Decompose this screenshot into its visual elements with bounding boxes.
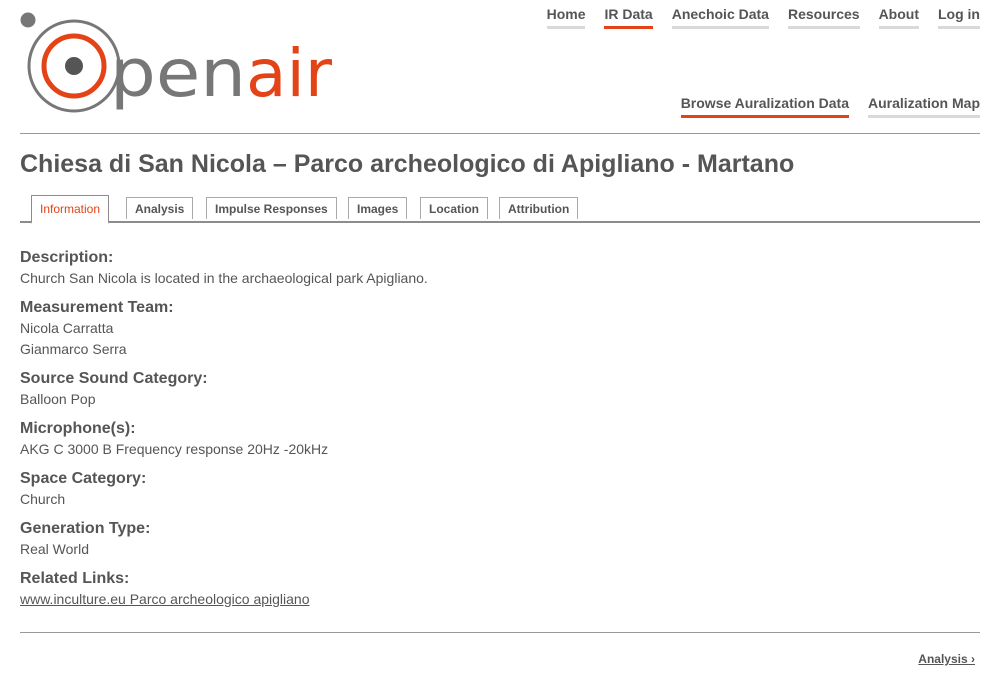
microphones-label: Microphone(s): bbox=[20, 420, 136, 437]
nav-about[interactable]: About bbox=[878, 6, 919, 29]
description-value: Church San Nicola is located in the arch… bbox=[20, 270, 428, 286]
measurement-team-label: Measurement Team: bbox=[20, 299, 174, 316]
page-title: Chiesa di San Nicola – Parco archeologic… bbox=[20, 150, 795, 178]
space-category-value: Church bbox=[20, 491, 66, 507]
sub-navigation: Browse Auralization Data Auralization Ma… bbox=[662, 95, 980, 118]
related-links-label: Related Links: bbox=[20, 570, 130, 587]
nav-ir-data[interactable]: IR Data bbox=[604, 6, 653, 29]
description-label: Description: bbox=[20, 249, 114, 266]
tab-analysis[interactable]: Analysis bbox=[126, 197, 194, 219]
nav-auralization-map[interactable]: Auralization Map bbox=[867, 95, 980, 118]
tab-bar: Information Analysis Impulse Responses I… bbox=[20, 195, 980, 224]
nav-browse-auralization-data[interactable]: Browse Auralization Data bbox=[680, 95, 849, 118]
tab-location[interactable]: Location bbox=[420, 197, 488, 219]
nav-anechoic-data[interactable]: Anechoic Data bbox=[671, 6, 769, 29]
generation-type-label: Generation Type: bbox=[20, 520, 151, 537]
microphones-value: AKG C 3000 B Frequency response 20Hz -20… bbox=[20, 441, 329, 457]
tab-attribution[interactable]: Attribution bbox=[499, 197, 579, 219]
source-sound-field: Source Sound Category: Balloon Pop bbox=[20, 369, 980, 410]
logo-text-accent: air bbox=[246, 35, 333, 112]
source-sound-label: Source Sound Category: bbox=[20, 370, 208, 387]
team-member: Nicola Carratta bbox=[20, 320, 114, 336]
related-links-field: Related Links: www.inculture.eu Parco ar… bbox=[20, 569, 980, 610]
nav-log-in[interactable]: Log in bbox=[938, 6, 980, 29]
main-navigation: Home IR Data Anechoic Data Resources Abo… bbox=[528, 6, 980, 29]
generation-type-field: Generation Type: Real World bbox=[20, 519, 980, 560]
header-divider bbox=[20, 133, 980, 134]
nav-home[interactable]: Home bbox=[546, 6, 586, 29]
source-sound-value: Balloon Pop bbox=[20, 391, 96, 407]
nav-resources[interactable]: Resources bbox=[787, 6, 860, 29]
information-panel: Description: Church San Nicola is locate… bbox=[20, 248, 980, 619]
generation-type-value: Real World bbox=[20, 541, 89, 557]
description-field: Description: Church San Nicola is locate… bbox=[20, 248, 980, 289]
related-link[interactable]: www.inculture.eu Parco archeologico apig… bbox=[20, 591, 310, 607]
logo-text-plain: pen bbox=[110, 35, 246, 112]
space-category-field: Space Category: Church bbox=[20, 469, 980, 510]
tab-impulse-responses[interactable]: Impulse Responses bbox=[206, 197, 337, 219]
space-category-label: Space Category: bbox=[20, 470, 147, 487]
team-member: Gianmarco Serra bbox=[20, 341, 127, 357]
openair-circle-logo-icon: pen air bbox=[20, 12, 333, 113]
tab-information[interactable]: Information bbox=[31, 195, 110, 224]
openair-logo[interactable]: pen air bbox=[20, 10, 340, 120]
next-analysis-link[interactable]: Analysis › bbox=[918, 652, 975, 666]
measurement-team-field: Measurement Team: Nicola Carratta Gianma… bbox=[20, 298, 980, 360]
microphones-field: Microphone(s): AKG C 3000 B Frequency re… bbox=[20, 419, 980, 460]
tab-images[interactable]: Images bbox=[348, 197, 408, 219]
footer-divider bbox=[20, 632, 980, 633]
